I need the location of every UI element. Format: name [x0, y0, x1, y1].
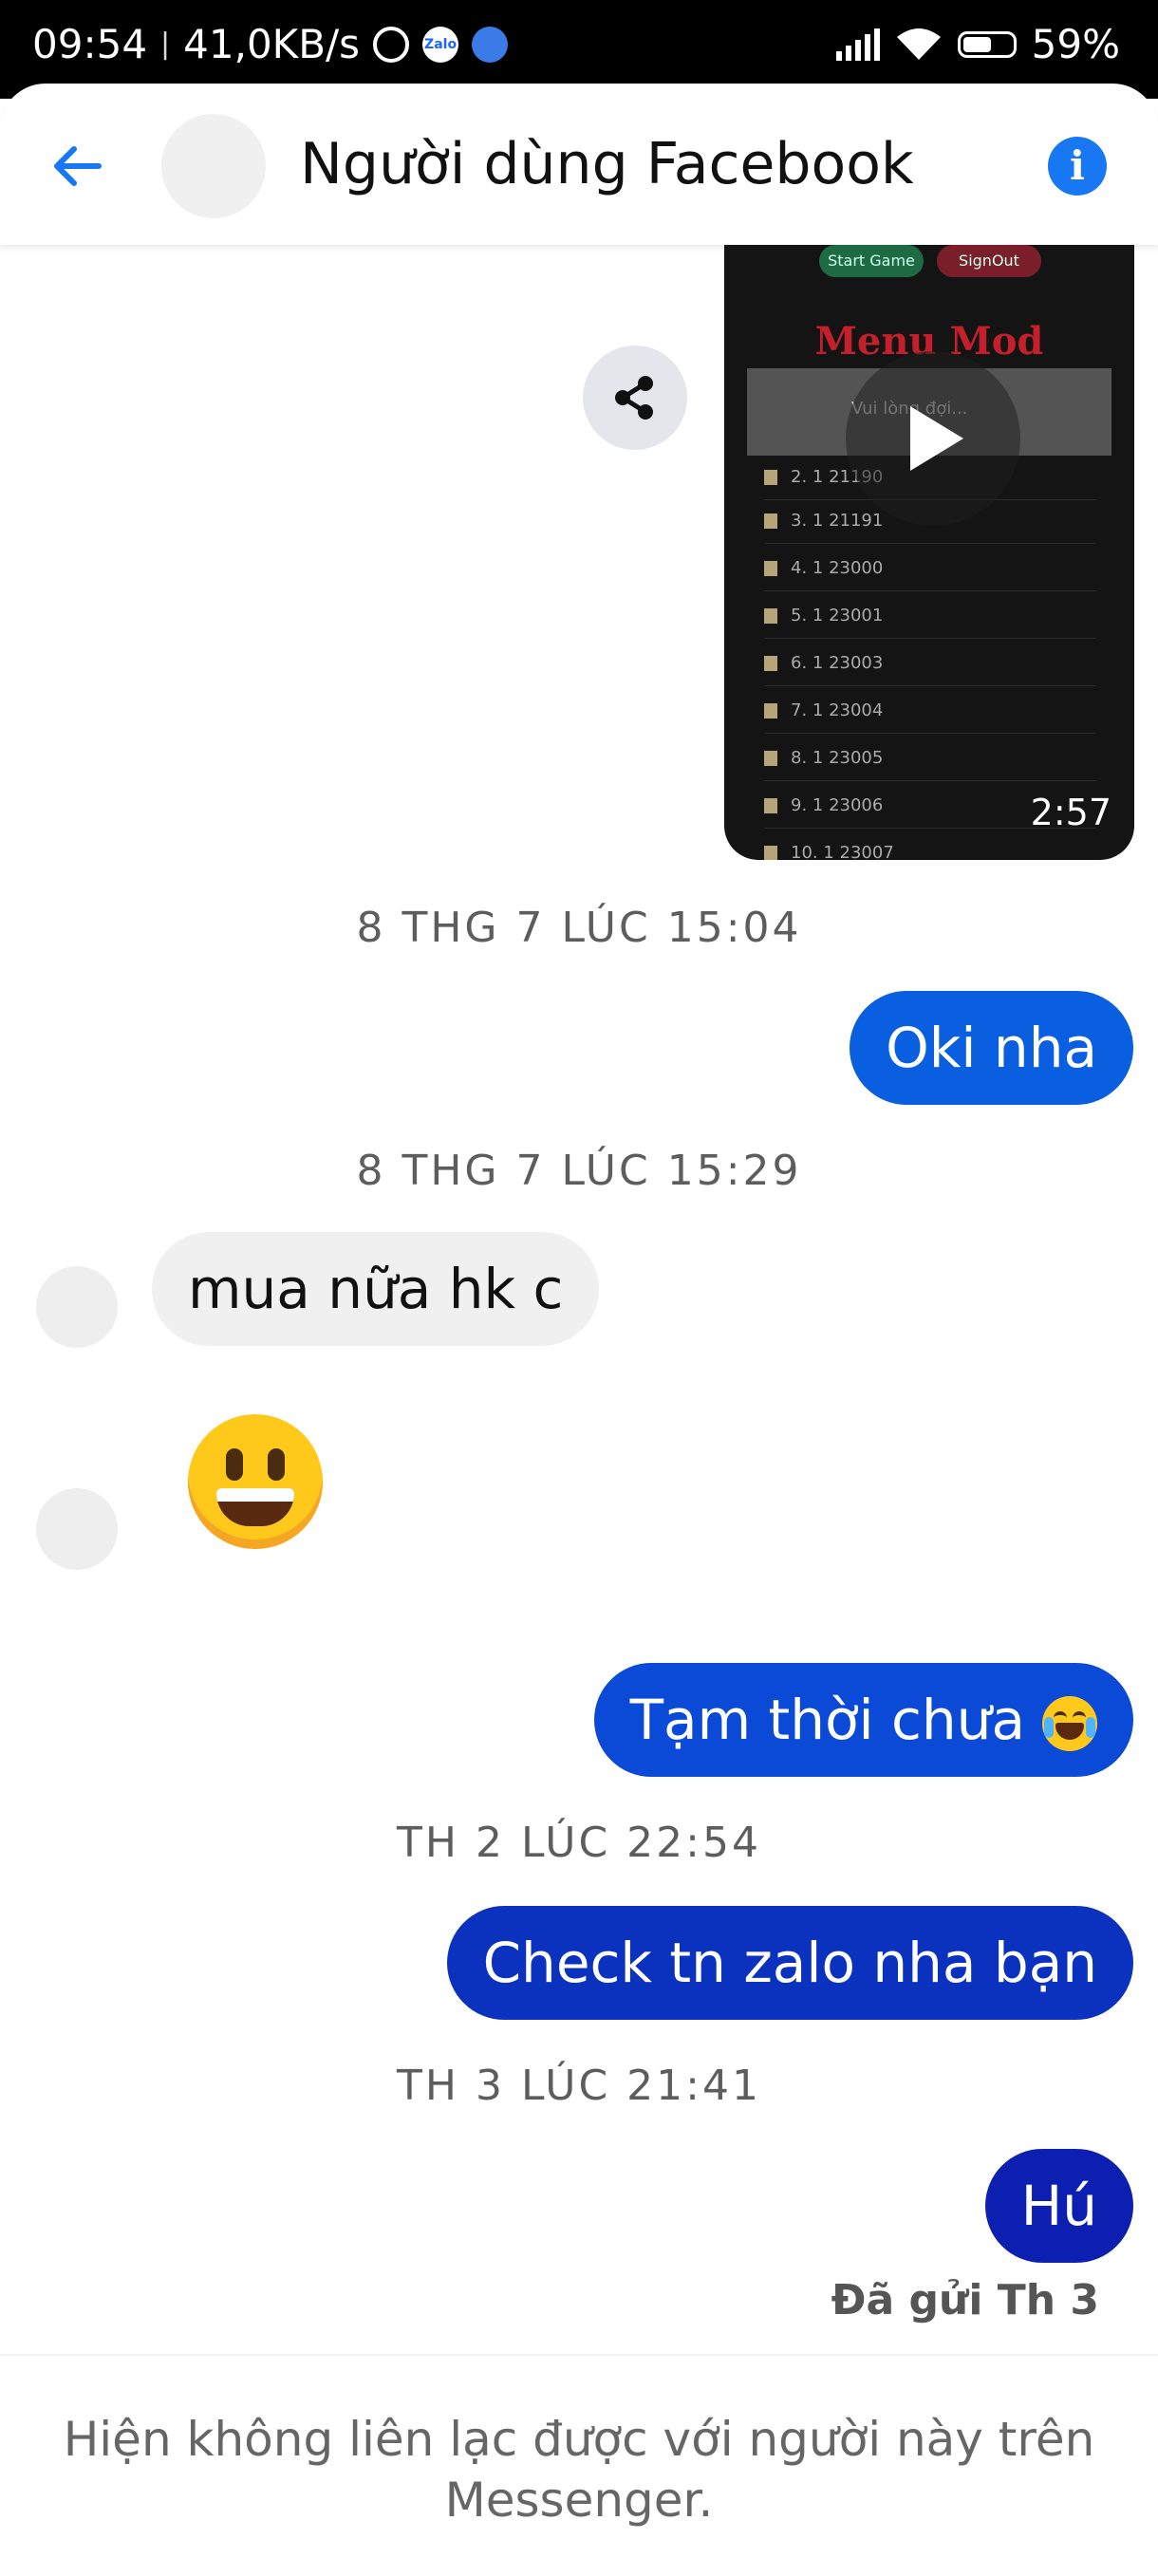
- video-menu-row: 7. 1 23004: [764, 689, 1096, 734]
- incoming-message[interactable]: mua nữa hk c: [152, 1232, 600, 1346]
- outgoing-message[interactable]: Check tn zalo nha bạn: [446, 1906, 1133, 2020]
- conversation-header: Người dùng Facebook i: [0, 84, 1158, 245]
- status-time: 09:54: [32, 21, 148, 67]
- unavailable-notice-bar: Hiện không liên lạc được với người này t…: [0, 2354, 1158, 2576]
- contact-avatar[interactable]: [161, 114, 266, 218]
- video-menu-row: 8. 1 23005: [764, 737, 1096, 781]
- video-menu-row: 6. 1 23003: [764, 642, 1096, 686]
- arrow-left-icon[interactable]: [47, 136, 108, 196]
- video-attachment[interactable]: Start Game SignOut Menu Mod Vui lòng đợi…: [724, 245, 1134, 860]
- status-left: 09:54 | 41,0KB/s Zalo: [32, 21, 509, 67]
- video-signout-label: SignOut: [937, 245, 1041, 277]
- status-separator: |: [160, 28, 171, 61]
- status-net-speed: 41,0KB/s: [183, 21, 361, 67]
- grinning-face-emoji[interactable]: [188, 1414, 323, 1549]
- outgoing-message-text: Tạm thời chưa: [629, 1688, 1025, 1752]
- video-start-game-label: Start Game: [819, 245, 924, 277]
- battery-icon: [957, 30, 1017, 58]
- timestamp: 8 THG 7 LÚC 15:29: [356, 1147, 802, 1195]
- share-button[interactable]: [583, 345, 687, 450]
- outgoing-message[interactable]: Tạm thời chưa: [593, 1663, 1133, 1777]
- wifi-icon: [896, 28, 941, 60]
- alarm-icon: [373, 26, 410, 63]
- timestamp: TH 2 LÚC 22:54: [397, 1819, 761, 1867]
- battery-percent: 59%: [1031, 21, 1120, 67]
- outgoing-message[interactable]: Oki nha: [850, 991, 1133, 1105]
- video-play-button[interactable]: [846, 351, 1020, 526]
- laughing-tears-emoji: [1042, 1695, 1097, 1751]
- zalo-icon: Zalo: [422, 26, 459, 63]
- contact-name[interactable]: Người dùng Facebook: [300, 131, 914, 197]
- app-notification-icon: [472, 26, 509, 63]
- timestamp: 8 THG 7 LÚC 15:04: [356, 904, 802, 952]
- unavailable-notice: Hiện không liên lạc được với người này t…: [63, 2412, 1095, 2528]
- share-icon: [615, 376, 653, 420]
- contact-mini-avatar[interactable]: [36, 1488, 118, 1570]
- sent-status: Đã gửi Th 3: [831, 2276, 1099, 2324]
- video-menu-row: 4. 1 23000: [764, 547, 1096, 591]
- info-icon[interactable]: i: [1048, 137, 1107, 196]
- video-menu-row: 10. 1 23007: [764, 831, 1096, 860]
- play-icon: [910, 406, 963, 471]
- status-right: 59%: [835, 21, 1120, 67]
- chat-thread[interactable]: Start Game SignOut Menu Mod Vui lòng đợi…: [0, 245, 1158, 2352]
- video-game-buttons: Start Game SignOut: [819, 245, 1041, 277]
- timestamp: TH 3 LÚC 21:41: [397, 2062, 761, 2110]
- video-menu-row: 5. 1 23001: [764, 594, 1096, 639]
- contact-mini-avatar[interactable]: [36, 1266, 118, 1348]
- video-duration: 2:57: [1030, 792, 1111, 833]
- outgoing-message[interactable]: Hú: [984, 2149, 1133, 2263]
- signal-icon: [835, 28, 880, 61]
